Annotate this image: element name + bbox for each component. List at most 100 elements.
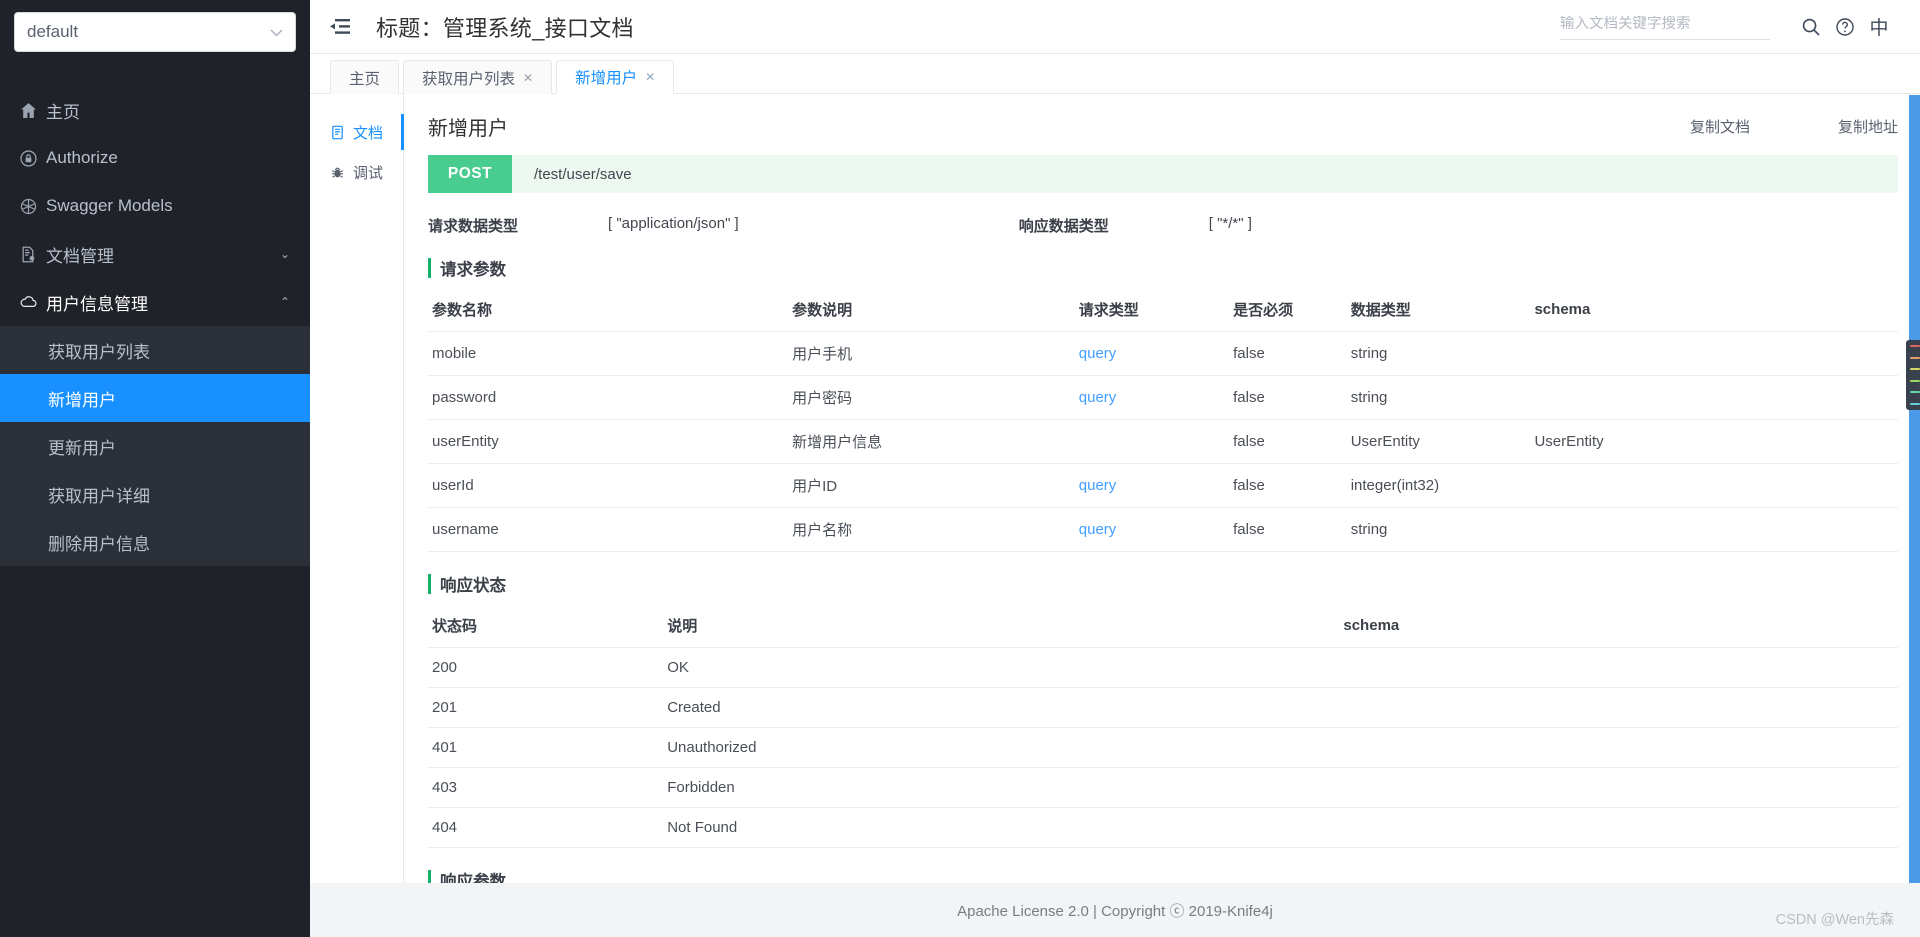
sidebar-item-authorize[interactable]: Authorize bbox=[0, 134, 310, 182]
sidebar-item-swagger-models[interactable]: Swagger Models bbox=[0, 182, 310, 230]
chevron-down-icon: ⌄ bbox=[279, 247, 290, 261]
request-params-title: 请求参数 bbox=[428, 258, 1898, 279]
http-method-badge: POST bbox=[428, 155, 512, 193]
main-area: 标题：管理系统_接口文档 中 bbox=[310, 0, 1920, 937]
response-content-type: 响应数据类型 [ "*/*" ] bbox=[1019, 215, 1252, 236]
cell-desc: OK bbox=[663, 647, 1340, 688]
cell-schema bbox=[1339, 727, 1898, 768]
service-select[interactable]: default bbox=[14, 12, 296, 52]
cell-required: false bbox=[1229, 375, 1347, 420]
cell-desc: 用户ID bbox=[788, 463, 1075, 508]
cell-type: string bbox=[1346, 331, 1531, 376]
tab-get-user-list[interactable]: 获取用户列表 ✕ bbox=[403, 60, 553, 94]
sidebar-item-user-detail[interactable]: 获取用户详细 bbox=[0, 470, 310, 518]
cell-schema bbox=[1339, 647, 1898, 688]
question-circle-icon[interactable] bbox=[1828, 10, 1862, 44]
cell-in[interactable]: query bbox=[1074, 463, 1230, 508]
table-row: username 用户名称 query false string bbox=[428, 507, 1898, 552]
cell-desc: Created bbox=[663, 687, 1340, 728]
cell-type: integer(int32) bbox=[1346, 463, 1531, 508]
cell-code: 201 bbox=[428, 687, 664, 728]
sidebar-item-label: 主页 bbox=[46, 102, 80, 122]
cell-schema bbox=[1530, 375, 1898, 420]
sidebar-subitem-label: 获取用户详细 bbox=[48, 486, 150, 506]
vertical-scrollbar[interactable] bbox=[1906, 95, 1920, 883]
sidebar-item-add-user[interactable]: 新增用户 bbox=[0, 374, 310, 422]
tab-label: 主页 bbox=[349, 70, 381, 88]
cell-desc: 用户密码 bbox=[788, 375, 1075, 420]
cell-in bbox=[1074, 419, 1230, 464]
api-title: 新增用户 bbox=[428, 118, 508, 140]
col-param-in: 请求类型 bbox=[1074, 288, 1230, 332]
doc-settings-icon bbox=[20, 246, 46, 263]
col-status-schema: schema bbox=[1339, 604, 1898, 648]
cell-in[interactable]: query bbox=[1074, 507, 1230, 552]
subnav-item-document[interactable]: 文档 bbox=[310, 112, 404, 152]
tab-add-user[interactable]: 新增用户 ✕ bbox=[556, 60, 675, 94]
search-input[interactable] bbox=[1560, 16, 1770, 32]
close-icon[interactable]: ✕ bbox=[523, 71, 533, 85]
request-content-type-value: [ "application/json" ] bbox=[608, 215, 739, 232]
tab-label: 获取用户列表 bbox=[422, 70, 516, 88]
table-row: 404 Not Found bbox=[428, 807, 1898, 848]
sidebar-subitem-label: 更新用户 bbox=[48, 438, 116, 458]
page-title: 标题：管理系统_接口文档 bbox=[376, 15, 634, 41]
cell-schema bbox=[1339, 807, 1898, 848]
app-root: default 主页 Authorize Swagger Models 文档管理… bbox=[0, 0, 1920, 937]
cell-schema bbox=[1339, 687, 1898, 728]
table-row: 201 Created bbox=[428, 687, 1898, 728]
copy-doc-button[interactable]: 复制文档 bbox=[1690, 116, 1750, 137]
sidebar-item-home[interactable]: 主页 bbox=[0, 86, 310, 134]
tab-label: 新增用户 bbox=[575, 70, 638, 87]
copy-url-button[interactable]: 复制地址 bbox=[1838, 116, 1898, 137]
sidebar-item-label: 文档管理 bbox=[46, 246, 114, 266]
cell-desc: Unauthorized bbox=[663, 727, 1340, 768]
table-row: mobile 用户手机 query false string bbox=[428, 331, 1898, 376]
home-icon bbox=[20, 102, 46, 119]
cloud-icon bbox=[20, 293, 46, 311]
search-icon[interactable] bbox=[1794, 10, 1828, 44]
footer-text: Apache License 2.0 | Copyright ⓒ 2019-Kn… bbox=[957, 902, 1273, 920]
close-icon[interactable]: ✕ bbox=[645, 70, 655, 84]
sidebar-item-update-user[interactable]: 更新用户 bbox=[0, 422, 310, 470]
sidebar-item-label: Swagger Models bbox=[46, 196, 173, 215]
cell-schema bbox=[1339, 767, 1898, 808]
response-status-table: 状态码 说明 schema 200 OK 201 Created 401 Una… bbox=[428, 604, 1898, 848]
sidebar-subitem-label: 删除用户信息 bbox=[48, 534, 150, 554]
scrollbar-thumb[interactable] bbox=[1906, 340, 1920, 410]
sidebar-item-get-user-list[interactable]: 获取用户列表 bbox=[0, 326, 310, 374]
table-row: 200 OK bbox=[428, 647, 1898, 688]
lock-icon bbox=[20, 149, 46, 167]
cell-in[interactable]: query bbox=[1074, 375, 1230, 420]
cell-name: username bbox=[428, 507, 789, 552]
request-content-type-label: 请求数据类型 bbox=[428, 218, 519, 235]
subnav-label: 调试 bbox=[352, 164, 383, 182]
watermark: CSDN @Wen先森 bbox=[1775, 912, 1894, 928]
sidebar-subitem-label: 获取用户列表 bbox=[48, 342, 150, 362]
api-actions: 复制文档 复制地址 bbox=[1602, 112, 1898, 137]
sidebar-subitem-label: 新增用户 bbox=[48, 390, 116, 410]
doc-inner: 新增用户 复制文档 复制地址 POST /test/user/save 请求数据… bbox=[428, 94, 1898, 883]
sidebar-item-delete-user[interactable]: 删除用户信息 bbox=[0, 518, 310, 566]
document-icon bbox=[330, 125, 346, 140]
sidebar-item-doc-management[interactable]: 文档管理 ⌄ bbox=[0, 230, 310, 278]
subnav-item-debug[interactable]: 调试 bbox=[310, 152, 403, 192]
bug-icon bbox=[330, 165, 346, 180]
cell-desc: 新增用户信息 bbox=[788, 419, 1075, 464]
table-header-row: 状态码 说明 schema bbox=[428, 604, 1898, 648]
service-select-value: default bbox=[27, 22, 79, 41]
language-toggle[interactable]: 中 bbox=[1862, 10, 1896, 44]
table-row: userEntity 新增用户信息 false UserEntity UserE… bbox=[428, 419, 1898, 464]
chevron-up-icon: ⌃ bbox=[279, 295, 290, 309]
table-row: 403 Forbidden bbox=[428, 767, 1898, 808]
search-input-wrap bbox=[1560, 13, 1770, 40]
content-split: 文档 调试 新增用户 复制文档 复制地址 POST /test/user/sav… bbox=[310, 94, 1920, 883]
menu-fold-icon[interactable] bbox=[328, 14, 354, 40]
tab-home[interactable]: 主页 bbox=[330, 60, 400, 94]
cell-in[interactable]: query bbox=[1074, 331, 1230, 376]
col-status-code: 状态码 bbox=[428, 604, 664, 648]
cell-code: 403 bbox=[428, 767, 664, 808]
sidebar-item-user-management[interactable]: 用户信息管理 ⌃ bbox=[0, 278, 310, 326]
col-param-desc: 参数说明 bbox=[788, 288, 1075, 332]
